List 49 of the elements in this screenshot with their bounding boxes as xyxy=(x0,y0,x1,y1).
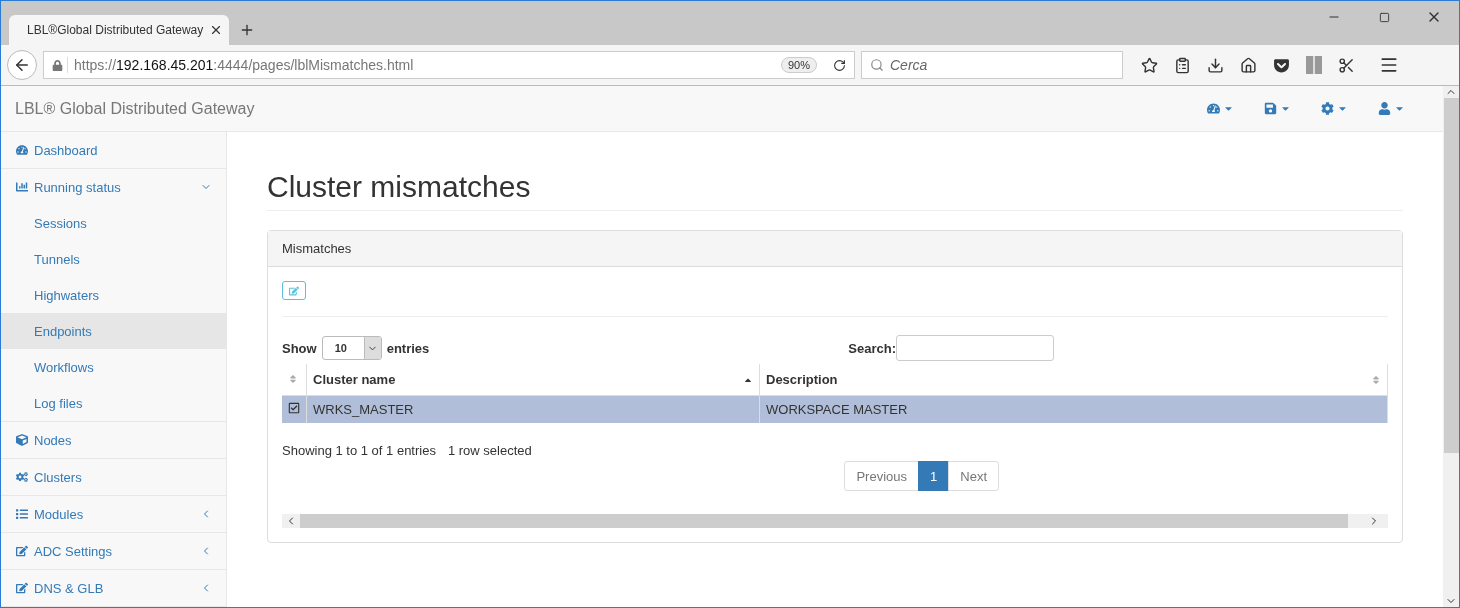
home-icon[interactable] xyxy=(1240,56,1257,74)
list-icon xyxy=(16,508,28,520)
address-field[interactable]: https://192.168.45.201:4444/pages/lblMismatches.html 90% xyxy=(43,51,855,79)
brand-title[interactable]: LBL® Global Distributed Gateway xyxy=(15,99,255,118)
lock-warning-icon[interactable] xyxy=(52,59,63,71)
browser-tab[interactable]: LBL®Global Distributed Gateway xyxy=(9,15,229,45)
edit-icon xyxy=(289,285,299,296)
save-menu-icon[interactable] xyxy=(1264,102,1291,115)
search-field[interactable] xyxy=(896,335,1054,361)
sidebar-subitem[interactable]: Endpoints xyxy=(1,313,226,349)
entries-select[interactable]: 10 xyxy=(321,336,382,360)
pagination-button[interactable]: Next xyxy=(948,461,999,491)
dashboard-icon xyxy=(16,144,28,156)
download-icon[interactable] xyxy=(1207,56,1224,74)
panel-heading: Mismatches xyxy=(268,231,1402,267)
selection-info: 1 row selected xyxy=(447,443,532,458)
edit-icon xyxy=(16,545,28,557)
reload-icon[interactable] xyxy=(833,58,846,72)
zoom-level[interactable]: 90% xyxy=(780,57,817,73)
user-menu-icon[interactable] xyxy=(1378,102,1405,115)
checkbox[interactable] xyxy=(288,402,300,414)
search-icon xyxy=(870,58,884,72)
star-icon[interactable] xyxy=(1141,56,1158,74)
bar-chart-icon xyxy=(16,181,28,193)
pagination-button[interactable]: Previous xyxy=(844,461,920,491)
show-label: Show xyxy=(282,340,317,356)
page-title: Cluster mismatches xyxy=(267,170,1403,211)
pagination-button[interactable]: 1 xyxy=(918,461,950,491)
pocket-icon[interactable] xyxy=(1273,56,1290,74)
table-cell: WORKSPACE MASTER xyxy=(759,395,1388,423)
dashboard-menu-icon[interactable] xyxy=(1207,102,1234,115)
cube-icon xyxy=(16,434,28,446)
search-field[interactable]: Cerca xyxy=(861,51,1123,79)
new-tab-icon[interactable] xyxy=(239,22,255,38)
sort-icon xyxy=(288,374,298,384)
table-cell[interactable] xyxy=(282,395,307,423)
search-label: Search: xyxy=(848,340,896,356)
horizontal-scrollbar[interactable] xyxy=(282,514,1388,528)
scissors-icon[interactable] xyxy=(1338,56,1355,74)
reading-list-icon[interactable] xyxy=(1174,56,1191,74)
edit-icon xyxy=(16,582,28,594)
menu-icon[interactable] xyxy=(1379,55,1399,75)
vertical-scrollbar[interactable] xyxy=(1443,86,1459,607)
entries-label: entries xyxy=(386,340,430,356)
back-button[interactable] xyxy=(7,50,37,80)
gears-icon xyxy=(16,471,28,483)
table-cell: WRKS_MASTER xyxy=(306,395,760,423)
settings-menu-icon[interactable] xyxy=(1321,102,1348,115)
table-info: Showing 1 to 1 of 1 entries xyxy=(282,443,436,458)
